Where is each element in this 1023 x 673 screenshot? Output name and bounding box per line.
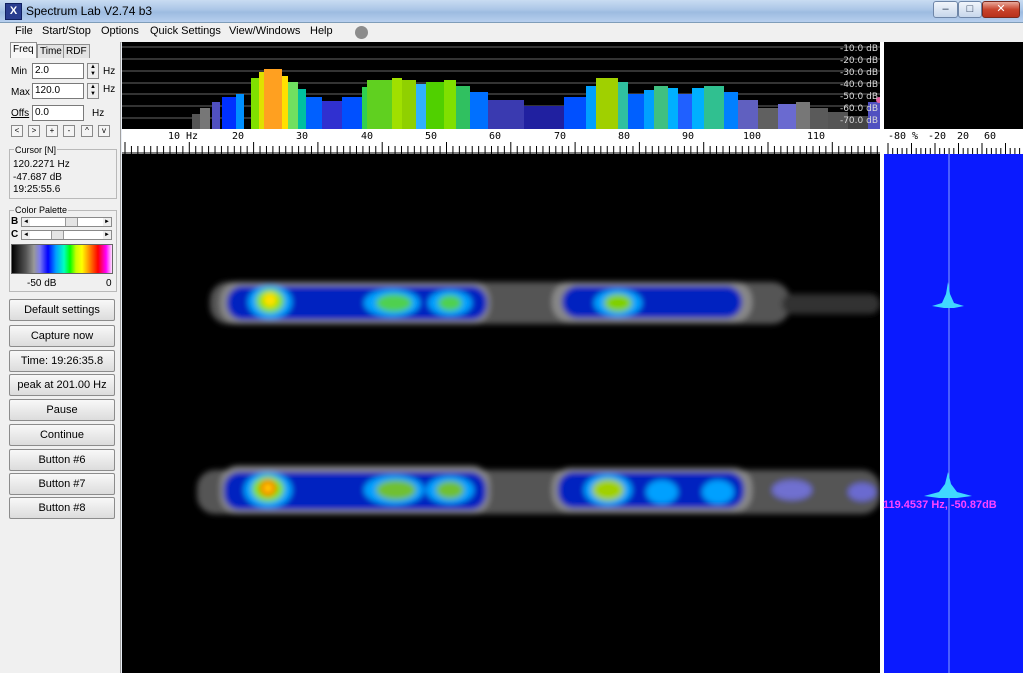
contrast-label: C [11, 229, 19, 240]
palette-max-label: 0 [106, 278, 112, 289]
palette-min-label: -50 dB [27, 278, 57, 289]
level-display[interactable] [884, 154, 1023, 673]
level-label-minus20: -20 [928, 131, 947, 142]
max-label: Max [11, 87, 30, 98]
axis-label-60: 60 [489, 131, 502, 142]
level-label-percent: % [912, 131, 919, 142]
axis-label-10: 10 [168, 131, 181, 142]
window-title: Spectrum Lab V2.74 b3 [26, 4, 153, 18]
minimize-button[interactable]: – [933, 1, 958, 18]
brightness-thumb[interactable] [65, 218, 78, 226]
default-settings-button[interactable]: Default settings [9, 299, 115, 321]
zoom-in-button[interactable]: + [46, 125, 58, 137]
spectrum-svg [122, 46, 880, 129]
db-label-10: -10.0 dB [839, 44, 878, 54]
level-svg [924, 154, 972, 673]
scroll-left-button[interactable]: < [11, 125, 23, 137]
tab-time[interactable]: Time [37, 44, 65, 58]
tab-rdf[interactable]: RDF [63, 44, 90, 58]
min-freq-spinner[interactable]: ▲ ▼ [87, 63, 99, 79]
close-button[interactable]: ✕ [982, 1, 1020, 18]
level-up-button[interactable]: ^ [81, 125, 93, 137]
cursor-level: -47.687 dB [13, 172, 62, 183]
pause-button[interactable]: Pause [9, 399, 115, 421]
level-label-60: 60 [984, 131, 997, 142]
max-unit: Hz [103, 84, 116, 95]
db-label-30: -30.0 dB [839, 68, 878, 78]
tab-freq[interactable]: Freq [10, 42, 37, 58]
max-freq-field[interactable]: 120.0 [32, 83, 84, 99]
arrow-right-icon[interactable]: ► [103, 231, 111, 239]
scroll-right-button[interactable]: > [28, 125, 40, 137]
max-freq-spinner[interactable]: ▲ ▼ [87, 83, 99, 99]
axis-label-90: 90 [682, 131, 695, 142]
arrow-left-icon[interactable]: ◄ [22, 231, 30, 239]
axis-label-20: 20 [232, 131, 245, 142]
level-label-minus80: -80 [888, 131, 907, 142]
title-bar [0, 0, 1023, 23]
axis-label-80: 80 [618, 131, 631, 142]
brightness-label: B [11, 216, 19, 227]
menu-options[interactable]: Options [101, 25, 139, 37]
db-label-70: -70.0 dB [839, 116, 878, 126]
palette-group-title: Color Palette [14, 205, 69, 215]
button-7[interactable]: Button #7 [9, 473, 115, 495]
min-label: Min [11, 66, 28, 77]
min-unit: Hz [103, 66, 116, 77]
contrast-thumb[interactable] [51, 231, 64, 239]
capture-now-button[interactable]: Capture now [9, 325, 115, 347]
offset-field[interactable]: 0.0 [32, 105, 84, 121]
db-label-50: -50.0 dB [839, 92, 878, 102]
axis-label-40: 40 [361, 131, 374, 142]
min-freq-field[interactable]: 2.0 [32, 63, 84, 79]
axis-label-50: 50 [425, 131, 438, 142]
cursor-group-title: Cursor [N] [14, 145, 58, 155]
arrow-left-icon[interactable]: ◄ [22, 218, 30, 226]
db-label-60: -60.0 dB [839, 104, 878, 114]
axis-label-30: 30 [296, 131, 309, 142]
app-icon[interactable]: X [5, 3, 22, 20]
waterfall-display[interactable] [122, 154, 880, 673]
cursor-time: 19:25:55.6 [13, 184, 61, 195]
button-6[interactable]: Button #6 [9, 449, 115, 471]
status-indicator [355, 26, 368, 39]
continue-button[interactable]: Continue [9, 424, 115, 446]
spectrum-graph[interactable] [122, 42, 880, 129]
axis-label-110: 110 [807, 131, 826, 142]
offs-label: Offs [11, 108, 30, 119]
color-palette-bar[interactable] [11, 244, 113, 274]
menu-start-stop[interactable]: Start/Stop [42, 25, 91, 37]
peak-readout: 119.4537 Hz, -50.87dB [883, 499, 997, 511]
button-8[interactable]: Button #8 [9, 497, 115, 519]
peak-button[interactable]: peak at 201.00 Hz [9, 374, 115, 396]
menu-help[interactable]: Help [310, 25, 333, 37]
maximize-button[interactable]: □ [958, 1, 982, 18]
waterfall-svg [197, 282, 880, 514]
offs-unit: Hz [92, 108, 105, 119]
menu-file[interactable]: File [15, 25, 33, 37]
level-label-20: 20 [957, 131, 970, 142]
time-button[interactable]: Time: 19:26:35.8 [9, 350, 115, 372]
axis-unit-hz: Hz [186, 131, 199, 142]
zoom-out-button[interactable]: - [63, 125, 75, 137]
cursor-frequency: 120.2271 Hz [13, 159, 70, 170]
axis-label-100: 100 [743, 131, 762, 142]
axis-label-70: 70 [554, 131, 567, 142]
menu-view-windows[interactable]: View/Windows [229, 25, 300, 37]
menu-quick-settings[interactable]: Quick Settings [150, 25, 221, 37]
arrow-right-icon[interactable]: ► [103, 218, 111, 226]
contrast-slider[interactable]: ◄ ► [21, 230, 112, 240]
spectrum-right-area [884, 42, 1023, 129]
level-down-button[interactable]: v [98, 125, 110, 137]
brightness-slider[interactable]: ◄ ► [21, 217, 112, 227]
db-label-40: -40.0 dB [839, 80, 878, 90]
db-label-20: -20.0 dB [839, 56, 878, 66]
